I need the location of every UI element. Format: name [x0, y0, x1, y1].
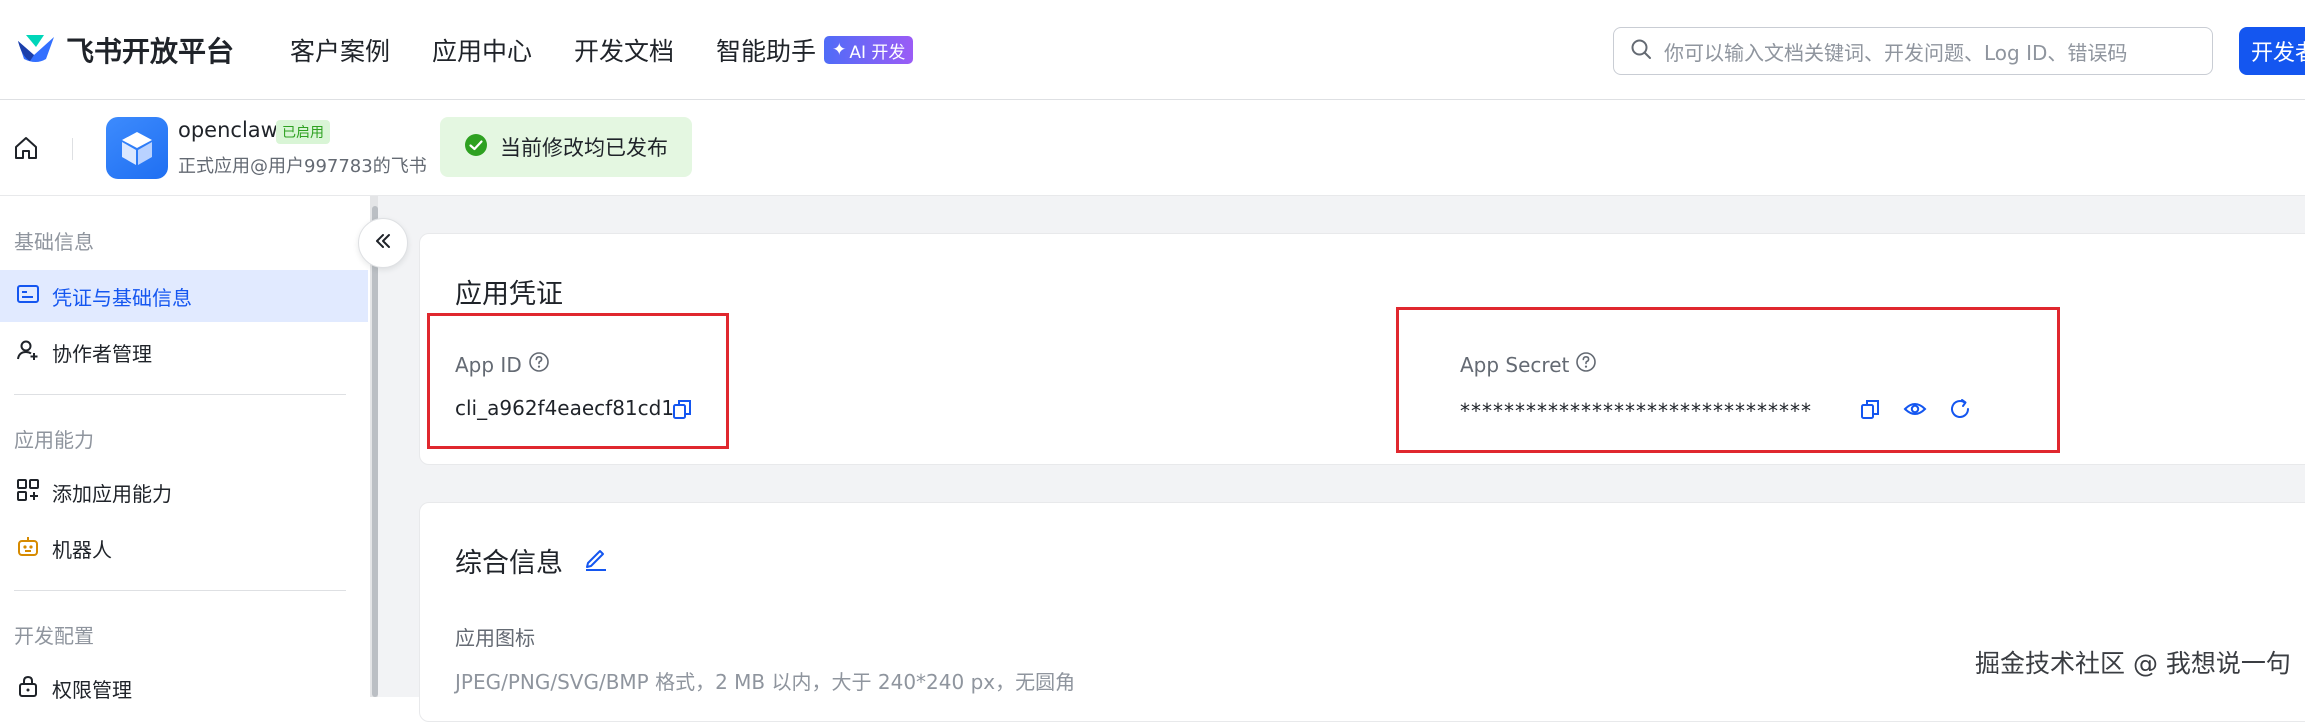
cube-icon	[122, 132, 152, 165]
sidebar-item-credentials[interactable]: 凭证与基础信息	[0, 270, 368, 322]
sidebar-item-collaborators[interactable]: 协作者管理	[0, 326, 368, 378]
publish-status-text: 当前修改均已发布	[500, 136, 668, 160]
sidebar-item-label: 机器人	[52, 537, 112, 562]
app-status-badge: 已启用	[276, 120, 330, 144]
sidebar-item-label: 凭证与基础信息	[52, 285, 192, 310]
app-id-highlight-box	[427, 313, 729, 449]
nav-customer-cases[interactable]: 客户案例	[290, 32, 390, 68]
sidebar-item-label: 添加应用能力	[52, 481, 172, 506]
lock-icon	[16, 674, 40, 703]
home-icon[interactable]	[12, 134, 40, 166]
general-info-title: 综合信息	[455, 548, 563, 579]
app-subtitle: 正式应用@用户997783的飞书	[178, 156, 427, 177]
sidebar-group-capability: 应用能力	[14, 428, 94, 452]
search-placeholder: 你可以输入文档关键词、开发问题、Log ID、错误码	[1664, 40, 2128, 65]
app-avatar	[106, 117, 168, 179]
header-divider	[72, 138, 73, 160]
app-icon-label: 应用图标	[455, 626, 535, 650]
brand-logo[interactable]: 飞书开放平台	[16, 30, 234, 70]
sidebar-item-permissions[interactable]: 权限管理	[0, 662, 368, 714]
collapse-sidebar-button[interactable]	[358, 218, 408, 268]
edit-pencil-icon[interactable]	[582, 544, 610, 572]
user-add-icon	[16, 338, 40, 367]
search-icon	[1630, 38, 1652, 64]
app-secret-highlight-box	[1396, 307, 2060, 453]
app-header: openclaw 已启用 正式应用@用户997783的飞书 当前修改均已发布	[0, 100, 2305, 196]
check-circle-icon	[464, 133, 488, 161]
id-card-icon	[16, 282, 40, 311]
app-name: openclaw	[178, 118, 278, 142]
ai-badge-label: AI 开发	[849, 42, 906, 63]
developer-button[interactable]: 开发者	[2239, 27, 2305, 75]
robot-icon	[16, 534, 40, 563]
brand-name: 飞书开放平台	[66, 35, 235, 68]
sidebar-group-dev-config: 开发配置	[14, 624, 94, 648]
credentials-card-title: 应用凭证	[455, 279, 563, 310]
ai-dev-badge[interactable]: ✦ AI 开发	[824, 36, 914, 64]
sidebar: 基础信息 凭证与基础信息 协作者管理 应用能力 添加应用能力 机器人 开发配置 …	[0, 196, 370, 702]
sparkle-icon: ✦	[832, 40, 847, 60]
publish-status-banner: 当前修改均已发布	[440, 117, 692, 177]
feishu-logo-icon	[16, 31, 56, 69]
grid-plus-icon	[16, 478, 40, 507]
sidebar-group-basic: 基础信息	[14, 230, 94, 254]
watermark: 掘金技术社区 @ 我想说一句	[1975, 649, 2291, 678]
nav-app-center[interactable]: 应用中心	[432, 32, 532, 68]
sidebar-item-bot[interactable]: 机器人	[0, 522, 368, 574]
double-chevron-left-icon	[372, 230, 394, 256]
sidebar-divider	[14, 590, 346, 591]
app-icon-hint: JPEG/PNG/SVG/BMP 格式，2 MB 以内，大于 240*240 p…	[455, 670, 1076, 694]
nav-dev-docs[interactable]: 开发文档	[574, 32, 674, 68]
nav-smart-assistant[interactable]: 智能助手	[716, 32, 816, 68]
top-navigation-bar: 飞书开放平台 客户案例 应用中心 开发文档 智能助手 ✦ AI 开发 你可以输入…	[0, 0, 2305, 100]
sidebar-divider	[14, 394, 346, 395]
sidebar-item-label: 权限管理	[52, 677, 132, 702]
sidebar-item-add-capability[interactable]: 添加应用能力	[0, 466, 368, 518]
main-nav: 客户案例 应用中心 开发文档 智能助手 ✦ AI 开发	[290, 30, 914, 70]
sidebar-item-label: 协作者管理	[52, 341, 152, 366]
search-input[interactable]: 你可以输入文档关键词、开发问题、Log ID、错误码	[1613, 27, 2213, 75]
